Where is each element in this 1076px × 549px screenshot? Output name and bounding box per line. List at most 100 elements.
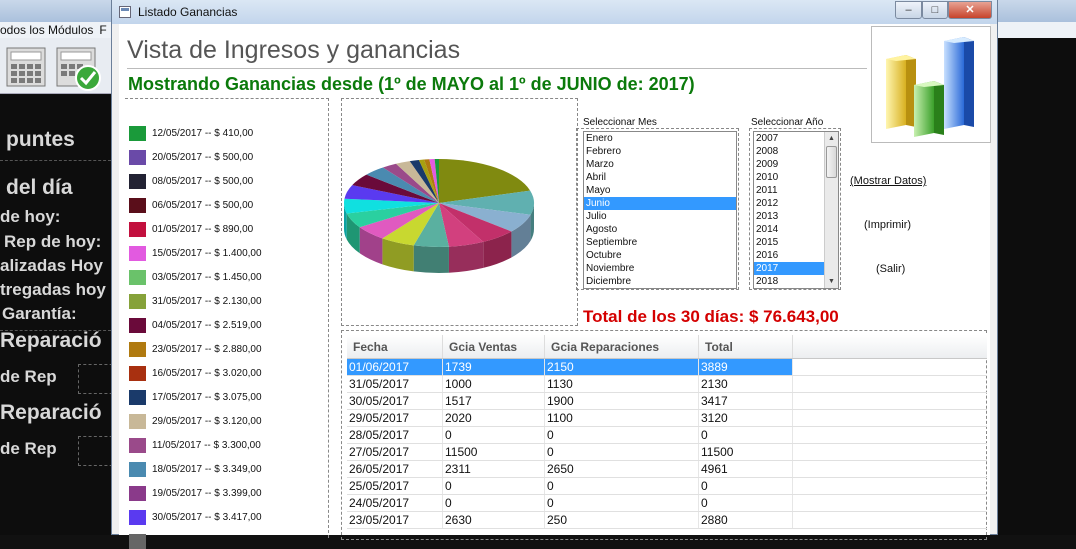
month-option[interactable]: Agosto xyxy=(584,223,736,236)
table-header: Fecha Gcia Ventas Gcia Reparaciones Tota… xyxy=(347,335,987,359)
legend-item: 06/05/2017 -- $ 500,00 xyxy=(129,197,253,213)
column-header-fecha[interactable]: Fecha xyxy=(347,335,443,358)
window-client: Vista de Ingresos y ganancias Mostrando … xyxy=(119,24,991,549)
table-cell: 1100 xyxy=(545,410,699,426)
table-row[interactable]: 25/05/2017 0 0 0 xyxy=(347,478,987,495)
legend-item: 31/05/2017 -- $ 2.130,00 xyxy=(129,293,262,309)
table-row[interactable]: 28/05/2017 0 0 0 xyxy=(347,427,987,444)
legend-swatch xyxy=(129,221,146,237)
legend-label: 15/05/2017 -- $ 1.400,00 xyxy=(152,247,262,259)
table-cell: 0 xyxy=(545,444,699,460)
date-range-subtitle: Mostrando Ganancias desde (1º de MAYO al… xyxy=(128,74,695,94)
table-cell: 2020 xyxy=(443,410,545,426)
table-row[interactable]: 26/05/2017 2311 2650 4961 xyxy=(347,461,987,478)
table-row[interactable]: 29/05/2017 2020 1100 3120 xyxy=(347,410,987,427)
legend-swatch xyxy=(129,533,146,549)
month-option[interactable]: Diciembre xyxy=(584,275,736,288)
window-titlebar[interactable]: Listado Ganancias – □ ✕ xyxy=(112,0,997,24)
legend-item: 03/05/2017 -- $ 1.450,00 xyxy=(129,269,262,285)
table-cell: 23/05/2017 xyxy=(347,512,443,528)
legend-item: 04/05/2017 -- $ 2.519,00 xyxy=(129,317,262,333)
legend-item xyxy=(129,533,152,549)
month-option-selected[interactable]: Junio xyxy=(584,197,736,210)
table-cell: 0 xyxy=(699,478,793,494)
table-cell: 0 xyxy=(443,495,545,511)
table-cell: 0 xyxy=(545,495,699,511)
month-option[interactable]: Enero xyxy=(584,132,736,145)
month-option[interactable]: Julio xyxy=(584,210,736,223)
background-dark-right xyxy=(996,38,1076,535)
legend-swatch xyxy=(129,389,146,405)
legend-swatch xyxy=(129,341,146,357)
earnings-table: Fecha Gcia Ventas Gcia Reparaciones Tota… xyxy=(347,335,987,529)
year-scrollbar[interactable]: ▲ ▼ xyxy=(824,132,838,288)
legend-label: 01/05/2017 -- $ 890,00 xyxy=(152,223,254,235)
legend-swatch xyxy=(129,173,146,189)
table-row[interactable]: 24/05/2017 0 0 0 xyxy=(347,495,987,512)
month-option[interactable]: Mayo xyxy=(584,184,736,197)
background-menu-item[interactable]: odos los Módulos F xyxy=(0,22,107,38)
legend-item: 16/05/2017 -- $ 3.020,00 xyxy=(129,365,262,381)
pie-slice-side xyxy=(413,245,449,273)
exit-button[interactable]: (Salir) xyxy=(876,263,905,275)
close-button[interactable]: ✕ xyxy=(948,1,992,19)
show-data-button[interactable]: (Mostrar Datos) xyxy=(850,175,926,187)
legend-swatch xyxy=(129,365,146,381)
legend-item: 17/05/2017 -- $ 3.075,00 xyxy=(129,389,262,405)
table-cell: 250 xyxy=(545,512,699,528)
legend-item: 20/05/2017 -- $ 500,00 xyxy=(129,149,253,165)
background-label: de hoy: xyxy=(0,207,61,226)
legend-label: 08/05/2017 -- $ 500,00 xyxy=(152,175,254,187)
legend-item: 23/05/2017 -- $ 2.880,00 xyxy=(129,341,262,357)
table-cell: 11500 xyxy=(443,444,545,460)
legend-item: 11/05/2017 -- $ 3.300,00 xyxy=(129,437,261,453)
legend-label: 16/05/2017 -- $ 3.020,00 xyxy=(152,367,262,379)
year-listbox[interactable]: 2007 2008 2009 2010 2011 2012 2013 2014 … xyxy=(753,131,839,289)
column-header-reparaciones[interactable]: Gcia Reparaciones xyxy=(545,335,699,358)
print-button[interactable]: (Imprimir) xyxy=(864,219,911,231)
legend-item: 08/05/2017 -- $ 500,00 xyxy=(129,173,253,189)
scroll-thumb[interactable] xyxy=(826,146,837,178)
legend-swatch xyxy=(129,125,146,141)
month-option[interactable]: Septiembre xyxy=(584,236,736,249)
legend-label: 18/05/2017 -- $ 3.349,00 xyxy=(152,463,262,475)
table-cell: 2650 xyxy=(545,461,699,477)
month-option[interactable]: Noviembre xyxy=(584,262,736,275)
table-cell: 0 xyxy=(699,427,793,443)
table-row[interactable]: 23/05/2017 2630 250 2880 xyxy=(347,512,987,529)
calculator-icon[interactable] xyxy=(4,44,48,90)
column-header-ventas[interactable]: Gcia Ventas xyxy=(443,335,545,358)
minimize-button[interactable]: – xyxy=(895,1,922,19)
table-row[interactable]: 31/05/2017 1000 1130 2130 xyxy=(347,376,987,393)
table-cell: 26/05/2017 xyxy=(347,461,443,477)
legend-swatch xyxy=(129,317,146,333)
table-cell: 1739 xyxy=(443,359,545,375)
legend-swatch xyxy=(129,437,146,453)
maximize-button[interactable]: □ xyxy=(922,1,948,19)
legend-swatch xyxy=(129,293,146,309)
legend-item: 29/05/2017 -- $ 3.120,00 xyxy=(129,413,262,429)
window-app-icon xyxy=(119,6,131,18)
month-option[interactable]: Abril xyxy=(584,171,736,184)
month-option[interactable]: Octubre xyxy=(584,249,736,262)
legend-swatch xyxy=(129,413,146,429)
scroll-up-icon[interactable]: ▲ xyxy=(825,132,838,145)
legend-label: 30/05/2017 -- $ 3.417,00 xyxy=(152,511,262,523)
listado-ganancias-window: Listado Ganancias – □ ✕ Vista de Ingreso… xyxy=(111,0,998,549)
month-option[interactable]: Febrero xyxy=(584,145,736,158)
table-cell: 2311 xyxy=(443,461,545,477)
month-option[interactable]: Marzo xyxy=(584,158,736,171)
legend-swatch xyxy=(129,461,146,477)
table-cell: 27/05/2017 xyxy=(347,444,443,460)
table-row[interactable]: 30/05/2017 1517 1900 3417 xyxy=(347,393,987,410)
year-option-selected[interactable]: 2017 xyxy=(754,262,824,275)
table-row-selected[interactable]: 01/06/2017 1739 2150 3889 xyxy=(347,359,987,376)
legend-label: 23/05/2017 -- $ 2.880,00 xyxy=(152,343,262,355)
month-select-label: Seleccionar Mes xyxy=(583,117,657,128)
table-cell: 11500 xyxy=(699,444,793,460)
month-listbox[interactable]: Enero Febrero Marzo Abril Mayo Junio Jul… xyxy=(583,131,737,289)
scroll-down-icon[interactable]: ▼ xyxy=(825,275,838,288)
column-header-total[interactable]: Total xyxy=(699,335,793,358)
calculator-check-icon[interactable] xyxy=(54,44,101,91)
table-row[interactable]: 27/05/2017 11500 0 11500 xyxy=(347,444,987,461)
